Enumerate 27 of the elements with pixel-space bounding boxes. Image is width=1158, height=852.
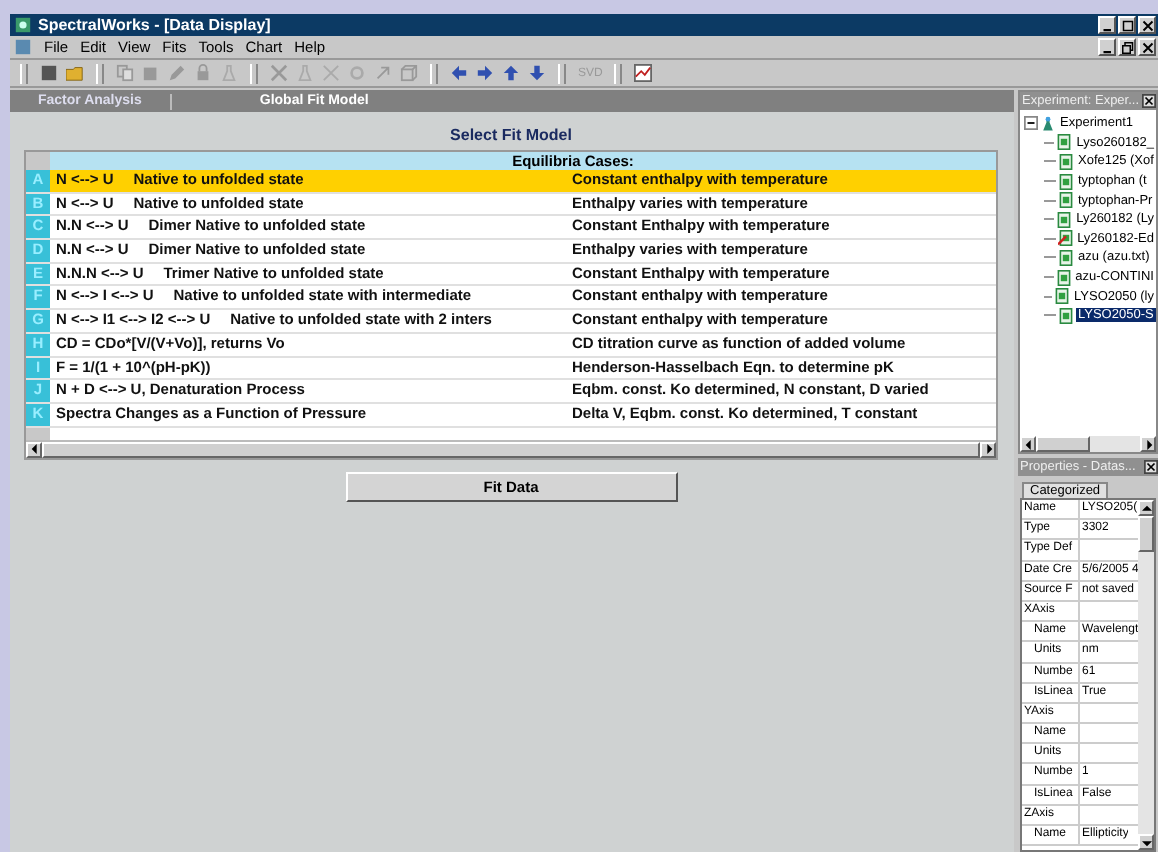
right-arrow-icon[interactable] [1143,439,1153,449]
scrollbar-thumb[interactable] [1138,516,1154,552]
left-arrow-icon[interactable] [1023,439,1033,449]
down-arrow-icon[interactable] [1141,837,1152,847]
stop-icon[interactable] [40,64,58,82]
up-arrow-icon[interactable] [1141,503,1152,513]
left-arrow-icon[interactable] [29,444,39,455]
vertical-scrollbar[interactable] [1138,500,1154,850]
close-icon[interactable] [1142,94,1156,108]
right-arrow-icon[interactable] [983,444,993,455]
table-corner [26,152,50,170]
horizontal-scrollbar[interactable] [1020,436,1156,452]
panel-heading: Select Fit Model [448,124,574,148]
flask-icon [1040,115,1056,132]
folder-icon[interactable] [66,64,84,82]
window-title: SpectralWorks - [Data Display] [38,16,271,34]
chart-icon[interactable] [634,64,653,82]
app-icon [14,16,32,34]
close-button[interactable] [1138,38,1156,56]
collapse-icon[interactable] [1024,116,1038,131]
close-icon[interactable] [1144,460,1158,474]
minimize-button[interactable] [1098,38,1116,56]
restore-button[interactable] [1118,38,1136,56]
close-button[interactable] [1138,16,1156,34]
minimize-button[interactable] [1098,16,1116,34]
maximize-button[interactable] [1118,16,1136,34]
horizontal-scrollbar[interactable] [26,439,996,458]
